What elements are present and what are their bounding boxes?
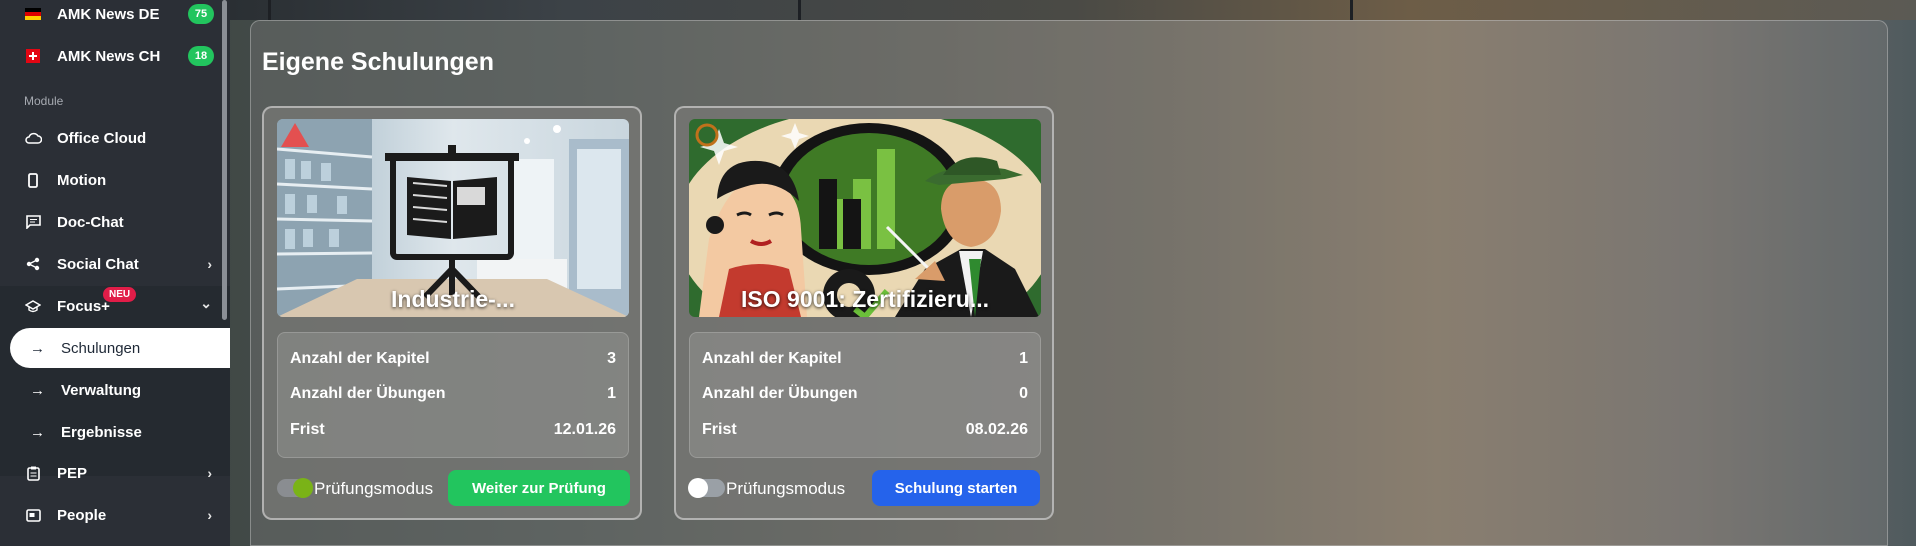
arrow-right-icon: →	[30, 423, 45, 441]
stat-label: Frist	[702, 421, 737, 438]
stat-row-exercises: Anzahl der Übungen 0	[702, 382, 1028, 406]
sidebar-item-label: Doc-Chat	[57, 213, 124, 231]
sidebar-item-label: AMK News DE	[57, 5, 160, 23]
count-badge: 18	[188, 46, 214, 66]
stat-row-deadline: Frist 12.01.26	[290, 418, 616, 442]
continue-exam-button[interactable]: Weiter zur Prüfung	[448, 470, 630, 506]
stat-value: 12.01.26	[553, 421, 616, 438]
new-badge: NEU	[103, 287, 137, 302]
sidebar: AMK News DE 75 AMK News CH 18 Module Off…	[0, 0, 230, 546]
sidebar-item-people[interactable]: People ›	[0, 496, 230, 534]
training-card: Industrie-... Anzahl der Kapitel 3 Anzah…	[262, 106, 642, 520]
sidebar-subitem-verwaltung[interactable]: → Verwaltung	[10, 370, 230, 410]
stat-label: Anzahl der Übungen	[290, 385, 446, 402]
count-badge: 75	[188, 4, 214, 24]
flag-ch-icon	[24, 47, 42, 65]
stat-label: Anzahl der Übungen	[702, 385, 858, 402]
cloud-icon	[24, 129, 42, 147]
exam-mode-label: Prüfungsmodus	[726, 479, 846, 498]
chat-icon	[24, 213, 42, 231]
stat-row-exercises: Anzahl der Übungen 1	[290, 382, 616, 406]
sidebar-subitem-label: Verwaltung	[61, 381, 142, 399]
sidebar-item-doc-chat[interactable]: Doc-Chat	[0, 203, 230, 241]
background-top	[230, 0, 1916, 20]
clipboard-icon	[24, 464, 42, 482]
section-label-module: Module	[24, 94, 64, 108]
training-thumbnail[interactable]: Industrie-...	[277, 119, 629, 317]
stat-value: 3	[607, 350, 616, 367]
toggle-knob	[293, 478, 313, 498]
start-training-button[interactable]: Schulung starten	[872, 470, 1040, 506]
sidebar-subitem-label: Schulungen	[61, 339, 141, 357]
flag-de-icon	[24, 5, 42, 23]
sidebar-item-office-cloud[interactable]: Office Cloud	[0, 119, 230, 157]
background-divider	[268, 0, 271, 20]
stat-value: 08.02.26	[965, 421, 1028, 438]
sidebar-item-label: People	[57, 506, 107, 524]
phone-icon	[24, 171, 42, 189]
chevron-right-icon: ›	[207, 256, 212, 272]
sidebar-item-motion[interactable]: Motion	[0, 161, 230, 199]
chevron-right-icon: ›	[207, 465, 212, 481]
stat-label: Anzahl der Kapitel	[702, 350, 842, 367]
stat-row-chapters: Anzahl der Kapitel 3	[290, 347, 616, 371]
arrow-right-icon: →	[30, 381, 45, 399]
training-thumbnail[interactable]: ISO 9001: Zertifizieru...	[689, 119, 1041, 317]
stat-label: Anzahl der Kapitel	[290, 350, 430, 367]
exam-mode-label: Prüfungsmodus	[314, 479, 434, 498]
exam-mode-toggle[interactable]	[688, 478, 725, 498]
toggle-knob	[688, 478, 708, 498]
training-stats: Anzahl der Kapitel 3 Anzahl der Übungen …	[277, 332, 629, 458]
training-title: ISO 9001: Zertifizieru...	[741, 286, 989, 312]
graduation-cap-icon	[24, 297, 42, 315]
training-card: ISO 9001: Zertifizieru... Anzahl der Kap…	[674, 106, 1054, 520]
background-divider	[1350, 0, 1353, 20]
stat-value: 1	[607, 385, 616, 402]
sidebar-item-pep[interactable]: PEP ›	[0, 454, 230, 492]
stat-value: 1	[1019, 350, 1028, 367]
sidebar-item-label: PEP	[57, 464, 88, 482]
sidebar-subitem-ergebnisse[interactable]: → Ergebnisse	[10, 412, 230, 452]
sidebar-item-label: Social Chat	[57, 255, 139, 273]
page-title: Eigene Schulungen	[262, 48, 494, 76]
stat-row-chapters: Anzahl der Kapitel 1	[702, 347, 1028, 371]
exam-mode-toggle[interactable]	[277, 478, 313, 498]
background-divider	[798, 0, 801, 20]
chevron-down-icon: ⌄	[200, 295, 212, 311]
sidebar-item-label: Focus+	[57, 297, 110, 315]
chevron-right-icon: ›	[207, 507, 212, 523]
share-icon	[24, 255, 42, 273]
training-title: Industrie-...	[391, 286, 515, 312]
training-stats: Anzahl der Kapitel 1 Anzahl der Übungen …	[689, 332, 1041, 458]
id-card-icon	[24, 506, 42, 524]
stat-row-deadline: Frist 08.02.26	[702, 418, 1028, 442]
sidebar-scrollbar[interactable]	[222, 0, 227, 320]
sidebar-subitem-label: Ergebnisse	[61, 423, 142, 441]
sidebar-item-social-chat[interactable]: Social Chat ›	[0, 245, 230, 283]
stat-label: Frist	[290, 421, 325, 438]
arrow-right-icon: →	[30, 339, 45, 357]
sidebar-item-label: Motion	[57, 171, 107, 189]
sidebar-item-label: Office Cloud	[57, 129, 147, 147]
sidebar-item-label: AMK News CH	[57, 47, 161, 65]
sidebar-subitem-schulungen[interactable]: → Schulungen	[10, 328, 230, 368]
stat-value: 0	[1019, 385, 1028, 402]
